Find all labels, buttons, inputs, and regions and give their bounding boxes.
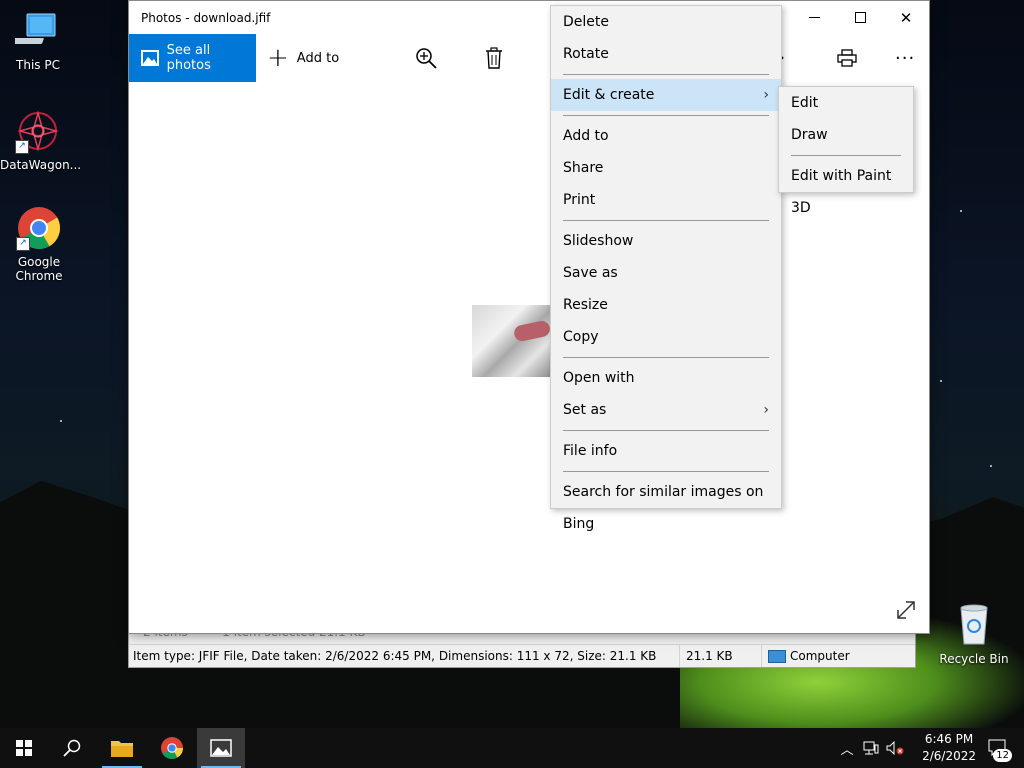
- window-title: Photos - download.jfif: [141, 11, 271, 25]
- desktop-icon-label: Recycle Bin: [939, 652, 1009, 666]
- desktop-icon-recycle-bin[interactable]: Recycle Bin: [936, 602, 1012, 666]
- menu-separator: [563, 220, 769, 221]
- see-all-photos-button[interactable]: See all photos: [129, 34, 256, 82]
- shortcut-arrow-icon: ↗: [15, 140, 29, 154]
- volume-button[interactable]: [884, 728, 906, 768]
- network-button[interactable]: [860, 728, 882, 768]
- windows-logo-icon: [16, 740, 32, 756]
- status-size: 21.1 KB: [679, 645, 733, 667]
- menu-item-slideshow[interactable]: Slideshow: [551, 225, 781, 257]
- computer-icon: [768, 650, 786, 663]
- ellipsis-icon: ···: [895, 47, 916, 69]
- plus-icon: +: [267, 43, 289, 73]
- taskbar-file-explorer[interactable]: [98, 728, 146, 768]
- notification-count-badge: 12: [993, 749, 1012, 762]
- minimize-icon: [808, 17, 820, 18]
- status-location: Computer: [761, 645, 918, 667]
- status-details: Item type: JFIF File, Date taken: 2/6/20…: [133, 649, 657, 663]
- start-button[interactable]: [0, 728, 48, 768]
- photos-icon: [210, 739, 232, 757]
- chevron-right-icon: ›: [763, 87, 769, 103]
- menu-item-delete[interactable]: Delete: [551, 6, 781, 38]
- menu-item-file-info[interactable]: File info: [551, 435, 781, 467]
- print-button[interactable]: [837, 34, 857, 82]
- close-button[interactable]: ✕: [883, 1, 929, 34]
- submenu-item-edit[interactable]: Edit: [779, 87, 913, 119]
- menu-item-copy[interactable]: Copy: [551, 321, 781, 353]
- desktop-icon-this-pc[interactable]: This PC: [0, 8, 76, 72]
- add-to-button[interactable]: + Add to: [267, 34, 339, 82]
- menu-separator: [563, 74, 769, 75]
- menu-separator: [563, 357, 769, 358]
- menu-item-open-with[interactable]: Open with: [551, 362, 781, 394]
- menu-item-label: Edit & create: [563, 87, 655, 103]
- menu-item-edit-create[interactable]: Edit & create ›: [551, 79, 781, 111]
- zoom-button[interactable]: [415, 34, 437, 82]
- desktop-icon-label: DataWagon...: [0, 158, 82, 172]
- title-bar: Photos - download.jfif ✕: [129, 1, 929, 34]
- clock-time: 6:46 PM: [924, 732, 974, 746]
- menu-separator: [563, 471, 769, 472]
- maximize-button[interactable]: [837, 1, 883, 34]
- menu-separator: [791, 155, 901, 156]
- volume-muted-icon: [886, 741, 904, 755]
- add-to-label: Add to: [296, 50, 340, 66]
- desktop-icon-label: This PC: [16, 58, 60, 72]
- edit-create-submenu: Edit Draw Edit with Paint 3D: [778, 86, 914, 216]
- menu-separator: [563, 115, 769, 116]
- photo-preview: [472, 305, 552, 377]
- desktop-icon-datawagon[interactable]: ↗ DataWagon...: [0, 108, 82, 172]
- trash-icon: [486, 47, 502, 69]
- full-screen-button[interactable]: [895, 599, 917, 621]
- system-clock[interactable]: 6:46 PM 2/6/2022: [922, 731, 976, 765]
- menu-item-share[interactable]: Share: [551, 152, 781, 184]
- clock-date: 2/6/2022: [922, 749, 976, 763]
- chrome-icon: [161, 737, 183, 759]
- folder-icon: [111, 741, 133, 757]
- photo-gallery-icon: [141, 50, 159, 66]
- menu-item-search-bing[interactable]: Search for similar images on Bing: [551, 476, 781, 532]
- menu-item-print[interactable]: Print: [551, 184, 781, 216]
- desktop-icon-label: Google Chrome: [15, 255, 63, 283]
- menu-item-add-to[interactable]: Add to: [551, 120, 781, 152]
- chevron-right-icon: ›: [763, 402, 769, 418]
- chevron-up-icon: ︿: [840, 742, 854, 758]
- taskbar-photos[interactable]: [197, 728, 245, 768]
- shortcut-arrow-icon: ↗: [16, 237, 30, 251]
- menu-separator: [563, 430, 769, 431]
- chrome-icon: ↗: [16, 205, 62, 251]
- see-more-button[interactable]: ···: [895, 34, 915, 82]
- search-button[interactable]: [48, 728, 96, 768]
- explorer-status-bar: Item type: JFIF File, Date taken: 2/6/20…: [129, 644, 915, 667]
- taskbar-chrome[interactable]: [148, 728, 196, 768]
- show-hidden-icons-button[interactable]: ︿: [836, 728, 858, 768]
- action-center-button[interactable]: 12: [978, 728, 1018, 768]
- printer-icon: [837, 49, 857, 67]
- menu-item-save-as[interactable]: Save as: [551, 257, 781, 289]
- submenu-item-draw[interactable]: Draw: [779, 119, 913, 151]
- datawagon-icon: ↗: [15, 108, 61, 154]
- delete-button[interactable]: [485, 34, 503, 82]
- zoom-in-icon: [416, 48, 437, 69]
- expand-icon: [897, 601, 915, 619]
- desktop-icon-google-chrome[interactable]: ↗ Google Chrome: [0, 205, 78, 283]
- submenu-item-paint-3d[interactable]: Edit with Paint 3D: [779, 160, 913, 216]
- see-all-photos-label: See all photos: [166, 43, 211, 73]
- computer-icon: [12, 8, 61, 54]
- search-icon: [63, 739, 81, 757]
- context-menu: Delete Rotate Edit & create › Add to Sha…: [550, 5, 782, 532]
- network-icon: [863, 741, 879, 755]
- taskbar: ︿ 6:46 PM 2/6/2022 12: [0, 728, 1024, 768]
- maximize-icon: [854, 12, 866, 23]
- photos-toolbar: See all photos + Add to ›: [129, 34, 929, 82]
- recycle-bin-icon: [951, 602, 997, 648]
- menu-item-rotate[interactable]: Rotate: [551, 38, 781, 70]
- menu-item-set-as[interactable]: Set as ›: [551, 394, 781, 426]
- menu-item-resize[interactable]: Resize: [551, 289, 781, 321]
- minimize-button[interactable]: [791, 1, 837, 34]
- menu-item-label: Set as: [563, 402, 607, 418]
- close-icon: ✕: [899, 8, 913, 27]
